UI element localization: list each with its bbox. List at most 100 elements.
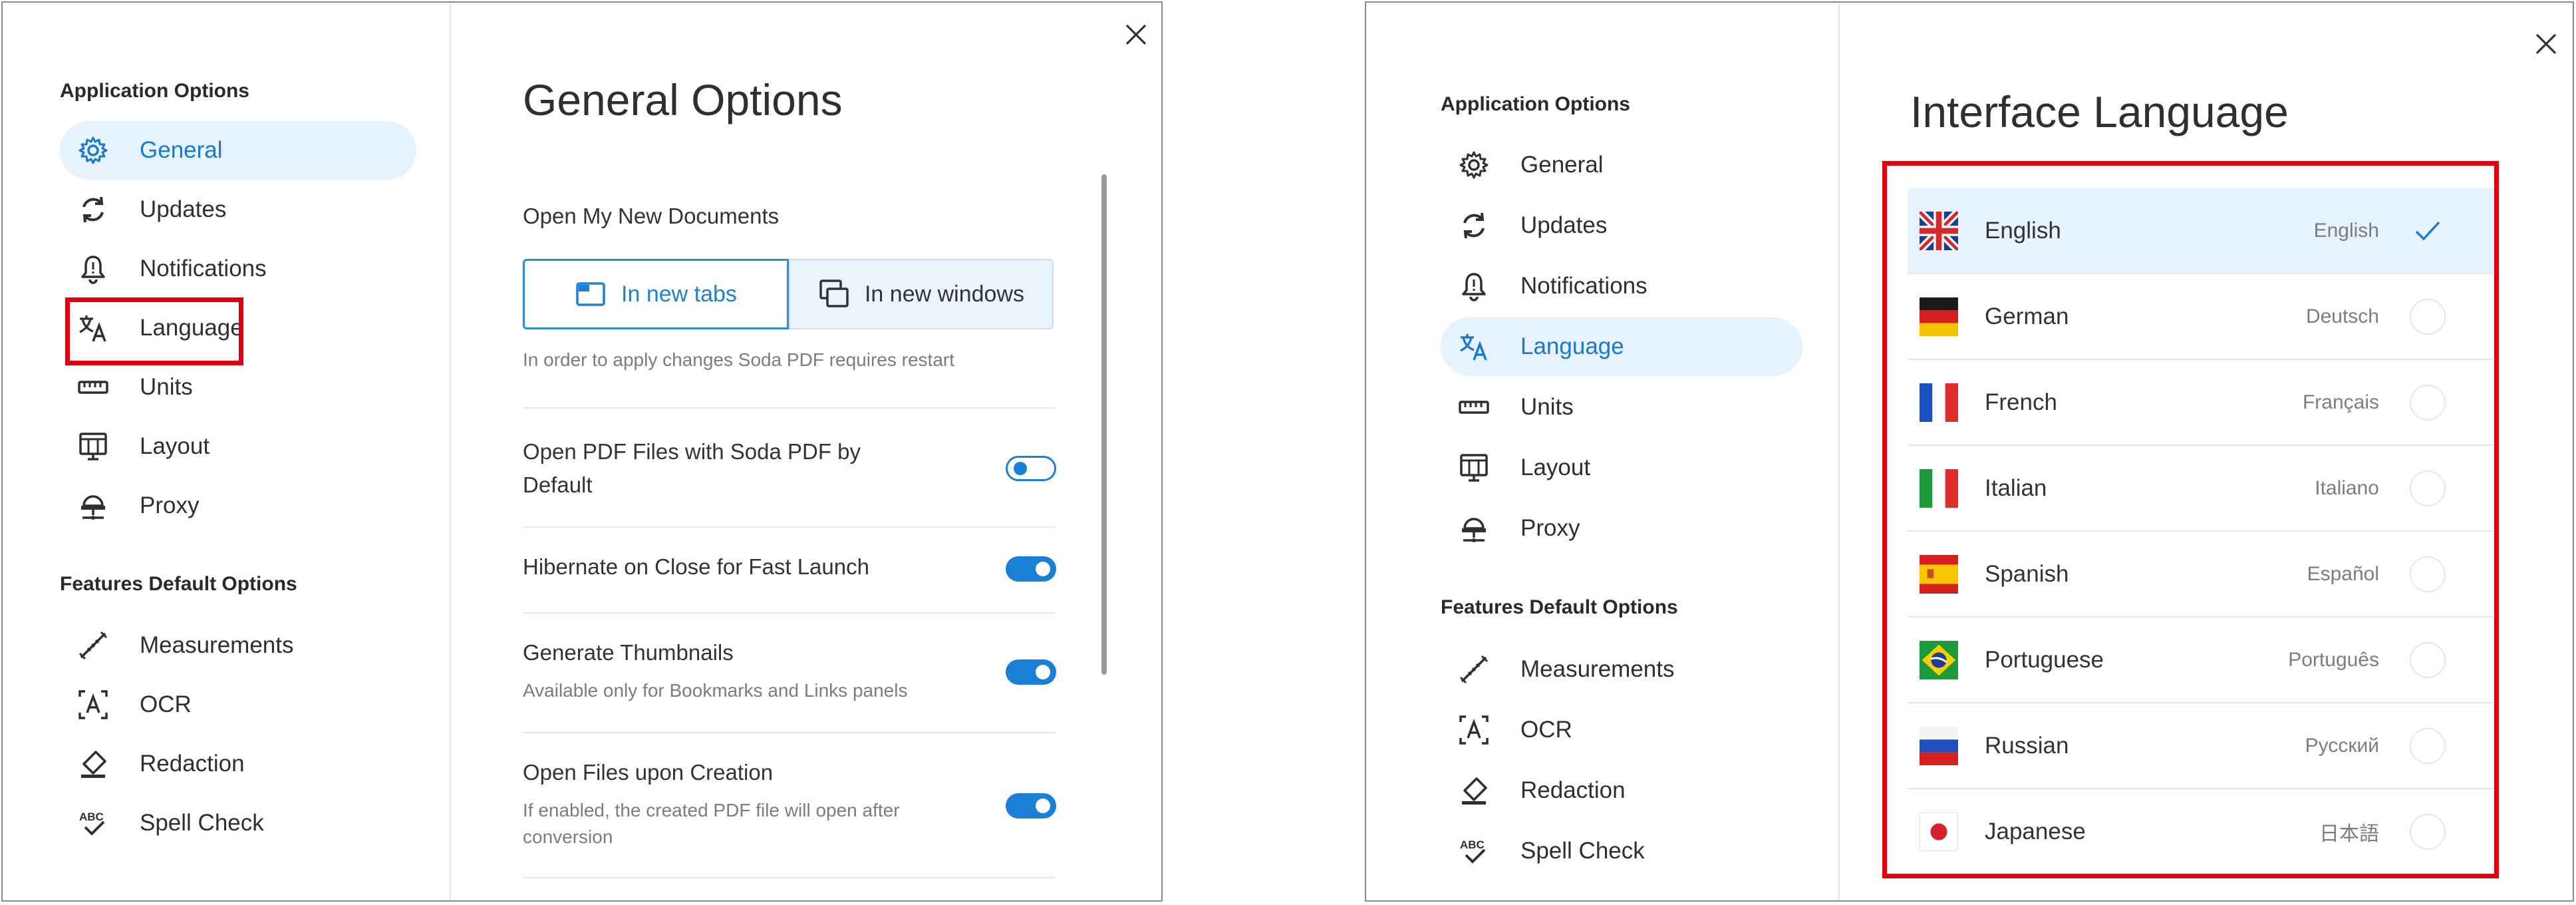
- close-button[interactable]: [1116, 15, 1156, 55]
- sync-icon: [76, 192, 110, 227]
- open-pdf-default-toggle[interactable]: [1006, 456, 1056, 481]
- svg-text:ABC: ABC: [1460, 838, 1485, 851]
- sidebar-item-label: Redaction: [1520, 777, 1626, 803]
- toggle-knob: [1036, 665, 1050, 679]
- features-default-options-heading: Features Default Options: [1441, 596, 1678, 618]
- application-options-heading: Application Options: [1441, 93, 1630, 115]
- sidebar-item-redaction[interactable]: Redaction: [1441, 761, 1802, 820]
- layout-icon: [1457, 451, 1491, 485]
- open-docs-label: Open My New Documents: [523, 204, 780, 228]
- hibernate-toggle[interactable]: [1006, 556, 1056, 582]
- sidebar-item-label: OCR: [140, 691, 192, 717]
- sidebar-item-redaction[interactable]: Redaction: [60, 735, 416, 793]
- close-icon: [2535, 33, 2557, 55]
- measure-icon: [1457, 652, 1491, 687]
- sidebar-item-label: Units: [140, 374, 193, 400]
- windows-icon: [819, 279, 849, 307]
- divider: [523, 526, 1055, 528]
- divider: [523, 732, 1055, 733]
- gear-icon: [1457, 148, 1491, 182]
- open-pdf-default-label: Open PDF Files with Soda PDF by Default: [523, 439, 861, 497]
- sidebar-item-spell-check[interactable]: ABC Spell Check: [1441, 822, 1802, 880]
- in-new-windows-label: In new windows: [864, 281, 1024, 307]
- sidebar-item-layout[interactable]: Layout: [60, 417, 416, 476]
- sidebar-item-label: General: [140, 137, 223, 163]
- sidebar: Application Options General Updates Notifi…: [1366, 3, 1840, 900]
- language-highlight-box: [65, 297, 243, 365]
- hibernate-label: Hibernate on Close for Fast Launch: [523, 554, 869, 579]
- page-title: General Options: [523, 75, 843, 124]
- sidebar-item-label: Measurements: [1520, 656, 1675, 682]
- sidebar-item-label: Redaction: [140, 751, 245, 777]
- sidebar-item-units[interactable]: Units: [1441, 378, 1802, 437]
- ruler-icon: [1457, 390, 1491, 425]
- generate-thumbnails-sub: Available only for Bookmarks and Links p…: [523, 680, 908, 701]
- divider: [523, 877, 1055, 878]
- sidebar-item-general[interactable]: General: [60, 121, 416, 180]
- bell-icon: [76, 252, 110, 286]
- sidebar-item-updates[interactable]: Updates: [60, 180, 416, 239]
- generate-thumbnails-toggle[interactable]: [1006, 659, 1056, 685]
- sidebar-item-label: Layout: [140, 433, 210, 459]
- sidebar-item-label: General: [1520, 152, 1604, 178]
- bell-icon: [1457, 269, 1491, 303]
- sidebar-item-measurements[interactable]: Measurements: [60, 616, 416, 675]
- generate-thumbnails-label: Generate Thumbnails: [523, 640, 734, 665]
- sidebar-item-updates[interactable]: Updates: [1441, 196, 1802, 255]
- sync-icon: [1457, 208, 1491, 243]
- sidebar-item-notifications[interactable]: Notifications: [60, 240, 416, 298]
- language-list-highlight-box: [1882, 161, 2499, 878]
- sidebar-item-general[interactable]: General: [1441, 136, 1802, 194]
- application-options-heading: Application Options: [60, 80, 249, 102]
- gear-icon: [76, 133, 110, 168]
- open-files-creation-sub: If enabled, the created PDF file will op…: [523, 800, 900, 847]
- scrollbar[interactable]: [1101, 174, 1107, 675]
- open-files-creation-label: Open Files upon Creation: [523, 760, 774, 785]
- sidebar: Application Options General Updates Notifi…: [3, 3, 451, 900]
- sidebar-item-layout[interactable]: Layout: [1441, 439, 1802, 497]
- sidebar-item-units[interactable]: Units: [60, 358, 416, 417]
- sidebar-item-label: Layout: [1520, 454, 1591, 480]
- close-icon: [1125, 24, 1147, 45]
- in-new-tabs-button[interactable]: In new tabs: [523, 259, 789, 329]
- sidebar-item-label: OCR: [1520, 717, 1572, 743]
- sidebar-item-label: Proxy: [140, 492, 200, 518]
- sidebar-item-label: Spell Check: [1520, 838, 1645, 864]
- ocr-icon: [76, 687, 110, 722]
- sidebar-item-label: Units: [1520, 394, 1574, 420]
- sidebar-item-ocr[interactable]: OCR: [60, 675, 416, 734]
- sidebar-item-language[interactable]: Language: [1441, 317, 1802, 376]
- ruler-icon: [76, 370, 110, 405]
- sidebar-item-label: Spell Check: [140, 810, 264, 836]
- divider: [523, 407, 1055, 409]
- sidebar-item-label: Notifications: [140, 256, 267, 281]
- measure-icon: [76, 628, 110, 663]
- divider: [523, 612, 1055, 614]
- proxy-icon: [76, 488, 110, 523]
- translate-icon: [1457, 329, 1491, 364]
- eraser-icon: [1457, 773, 1491, 808]
- sidebar-item-notifications[interactable]: Notifications: [1441, 257, 1802, 315]
- sidebar-item-label: Updates: [140, 196, 227, 222]
- sidebar-item-label: Notifications: [1520, 273, 1647, 299]
- open-files-creation-toggle[interactable]: [1006, 793, 1056, 818]
- close-button[interactable]: [2526, 24, 2566, 64]
- sidebar-item-ocr[interactable]: OCR: [1441, 701, 1802, 759]
- eraser-icon: [76, 747, 110, 781]
- restart-note: In order to apply changes Soda PDF requi…: [523, 349, 955, 370]
- sidebar-item-proxy[interactable]: Proxy: [60, 476, 416, 535]
- spellcheck-icon: ABC: [1457, 834, 1491, 868]
- sidebar-item-spell-check[interactable]: ABC Spell Check: [60, 794, 416, 852]
- page-title: Interface Language: [1910, 87, 2289, 136]
- sidebar-item-measurements[interactable]: Measurements: [1441, 640, 1802, 699]
- toggle-knob: [1036, 562, 1050, 576]
- sidebar-item-proxy[interactable]: Proxy: [1441, 499, 1802, 558]
- svg-text:ABC: ABC: [79, 811, 104, 823]
- layout-icon: [76, 429, 110, 464]
- features-default-options-heading: Features Default Options: [60, 573, 297, 595]
- proxy-icon: [1457, 511, 1491, 546]
- in-new-windows-button[interactable]: In new windows: [789, 259, 1054, 329]
- toggle-knob: [1014, 462, 1027, 475]
- sidebar-item-label: Proxy: [1520, 515, 1580, 541]
- ocr-icon: [1457, 713, 1491, 747]
